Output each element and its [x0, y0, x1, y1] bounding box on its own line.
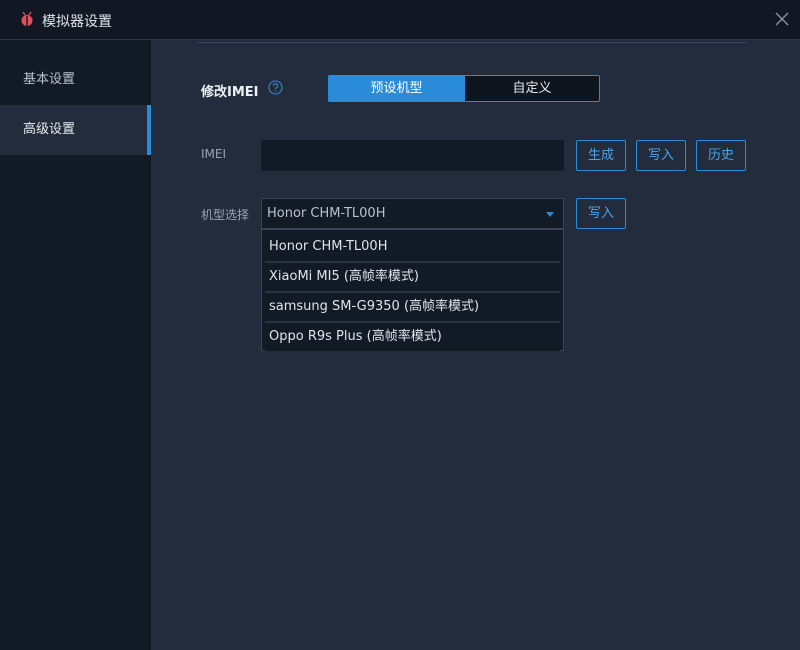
title-bar: 模拟器设置	[0, 0, 800, 40]
dropdown-option[interactable]: XiaoMi MI5 (高帧率模式)	[265, 263, 560, 291]
model-select[interactable]: Honor CHM-TL00H	[261, 198, 564, 229]
sidebar-item-advanced-settings[interactable]: 高级设置	[0, 105, 151, 155]
custom-tab[interactable]: 自定义	[464, 75, 600, 102]
advanced-settings-panel: 修改IMEI 预设机型 自定义 IMEI 生成 写入 历史 机型选择 Honor…	[151, 40, 800, 650]
dropdown-option[interactable]: samsung SM-G9350 (高帧率模式)	[265, 293, 560, 321]
imei-label: IMEI	[201, 147, 227, 161]
generate-button[interactable]: 生成	[576, 140, 626, 171]
dropdown-option[interactable]: Honor CHM-TL00H	[265, 233, 560, 261]
model-select-value: Honor CHM-TL00H	[267, 206, 386, 221]
top-divider	[197, 42, 747, 43]
settings-sidebar: 基本设置 高级设置	[0, 40, 151, 650]
chevron-down-icon	[546, 212, 554, 217]
bug-icon	[21, 11, 33, 26]
dropdown-option[interactable]: Oppo R9s Plus (高帧率模式)	[265, 323, 560, 351]
imei-input[interactable]	[261, 140, 564, 171]
model-dropdown-list: Honor CHM-TL00H XiaoMi MI5 (高帧率模式) samsu…	[261, 229, 564, 351]
window-title: 模拟器设置	[42, 14, 112, 30]
close-icon[interactable]	[772, 9, 792, 29]
modify-imei-label: 修改IMEI	[201, 85, 259, 100]
model-select-label: 机型选择	[201, 208, 250, 222]
write-imei-button[interactable]: 写入	[636, 140, 686, 171]
sidebar-item-basic-settings[interactable]: 基本设置	[0, 55, 151, 105]
question-circle-icon[interactable]	[268, 80, 283, 95]
history-button[interactable]: 历史	[696, 140, 746, 171]
write-model-button[interactable]: 写入	[576, 198, 626, 229]
preset-model-tab[interactable]: 预设机型	[328, 75, 465, 102]
